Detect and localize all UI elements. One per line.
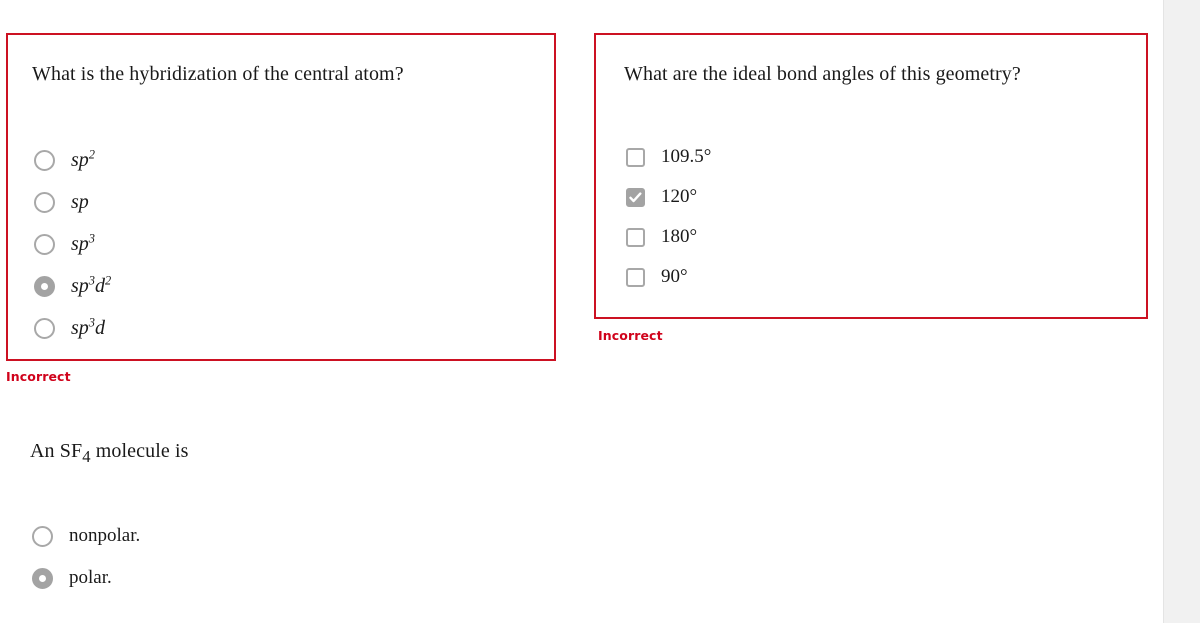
option-label: sp3 [71,230,95,255]
radio-icon-selected[interactable] [32,567,53,589]
radio-icon-selected[interactable] [34,275,55,297]
question-card-hybridization: What is the hybridization of the central… [6,33,556,361]
checkbox-icon[interactable] [626,227,645,247]
question-block-sf4-polarity: An SF4 molecule is nonpolar. polar. [6,440,566,599]
question-prompt-hybridization: What is the hybridization of the central… [32,63,404,85]
option-row[interactable]: 90° [626,257,711,297]
option-row[interactable]: 109.5° [626,137,711,177]
question-card-bond-angles: What are the ideal bond angles of this g… [594,33,1148,319]
option-label: sp2 [71,146,95,171]
checkbox-icon[interactable] [626,267,645,287]
question-prompt-sf4-polarity: An SF4 molecule is [30,440,189,466]
option-label: 180° [661,226,698,247]
feedback-incorrect-bond-angles: Incorrect [598,328,663,343]
option-label: sp [71,190,89,213]
radio-icon[interactable] [34,149,55,171]
checkbox-icon[interactable] [626,147,645,167]
option-row[interactable]: 120° [626,177,711,217]
radio-icon[interactable] [34,191,55,213]
page-scrollbar[interactable] [1163,0,1200,623]
option-group-hybridization: sp2 sp sp3 sp3d2 sp3d [34,139,111,349]
option-row[interactable]: sp3d [34,307,111,349]
option-group-sf4-polarity: nonpolar. polar. [32,515,566,599]
option-label: sp3d [71,314,105,339]
option-label: 90° [661,266,688,287]
feedback-incorrect-hybridization: Incorrect [6,369,71,384]
option-label: nonpolar. [69,525,141,546]
question-prompt-bond-angles: What are the ideal bond angles of this g… [624,63,1021,85]
option-row[interactable]: sp3 [34,223,111,265]
option-row[interactable]: 180° [626,217,711,257]
option-row[interactable]: sp2 [34,139,111,181]
radio-icon[interactable] [34,233,55,255]
option-label: 109.5° [661,146,712,167]
option-label: polar. [69,567,112,588]
option-group-bond-angles: 109.5° 120° 180° 90° [626,137,711,297]
option-row[interactable]: sp3d2 [34,265,111,307]
option-row[interactable]: sp [34,181,111,223]
option-label: 120° [661,186,698,207]
option-label: sp3d2 [71,272,112,297]
option-row[interactable]: nonpolar. [32,515,566,557]
radio-icon[interactable] [34,317,55,339]
radio-icon[interactable] [32,525,53,547]
checkbox-icon-checked[interactable] [626,187,645,207]
option-row[interactable]: polar. [32,557,566,599]
